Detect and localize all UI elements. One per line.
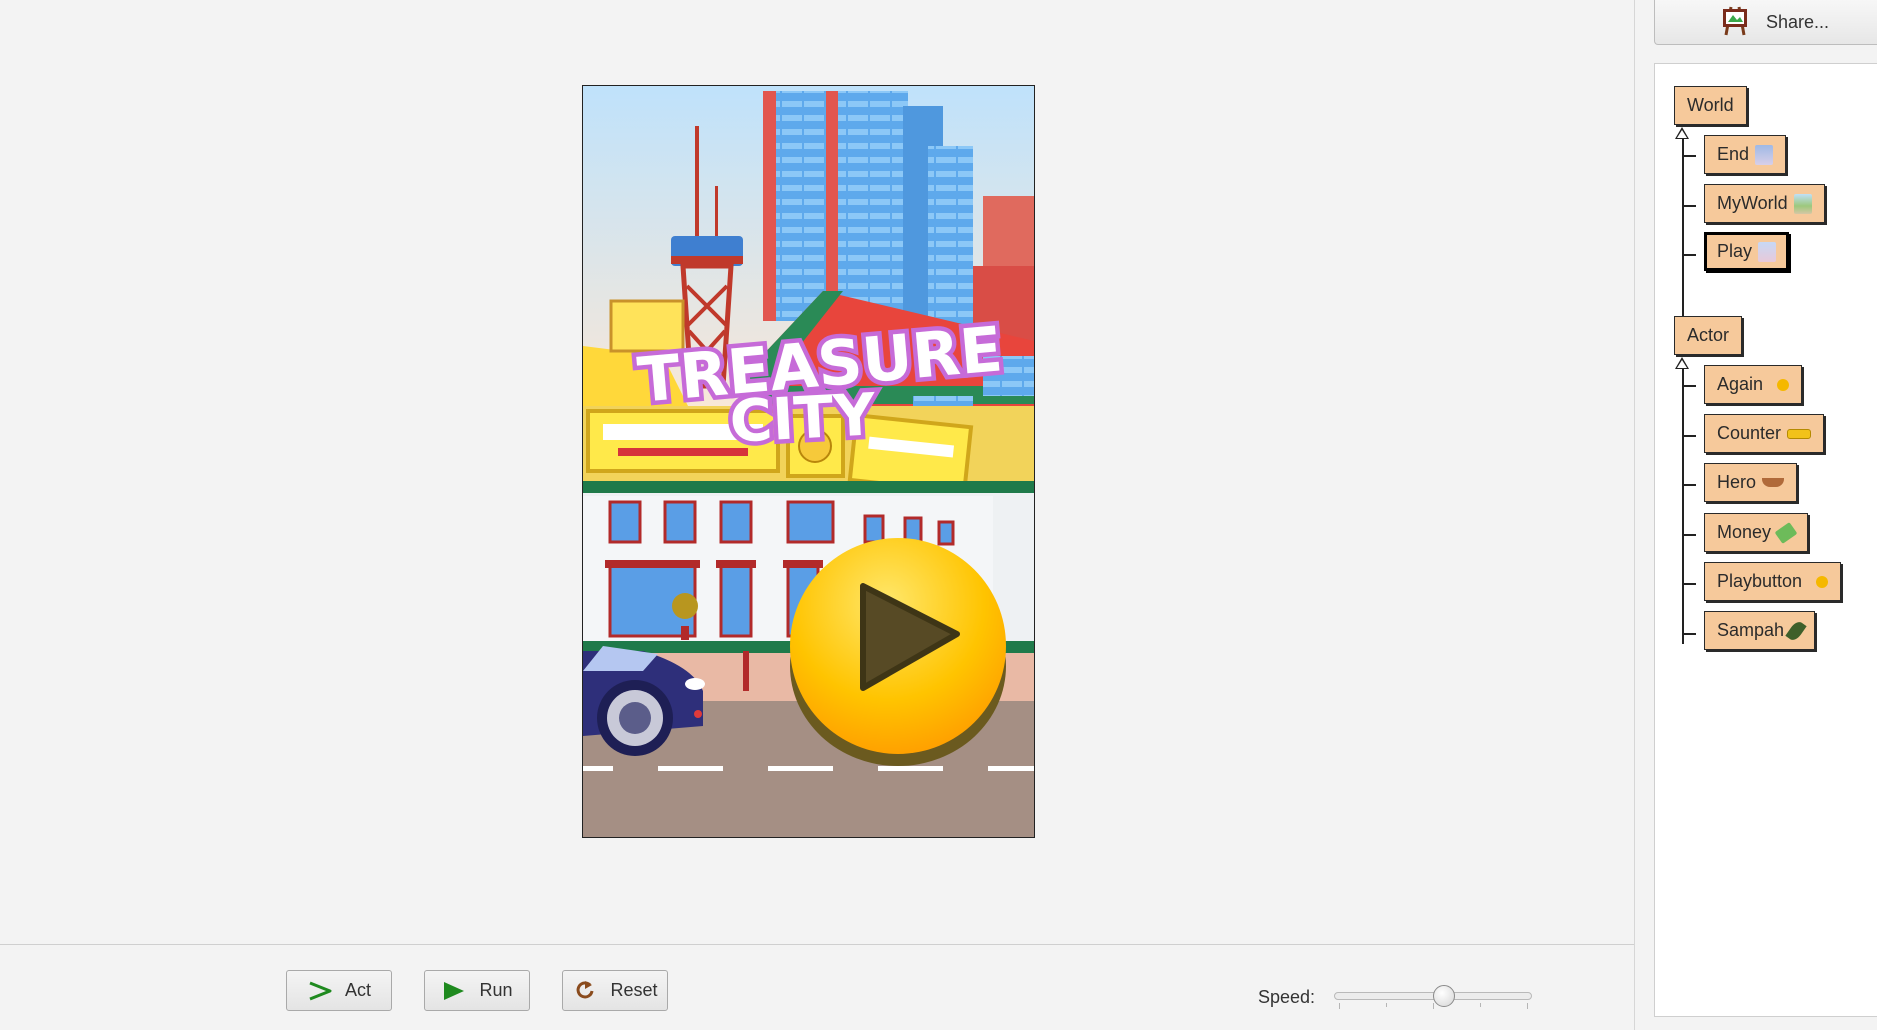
treasure-city-scene[interactable]: TREASURE CITY	[583, 86, 1034, 837]
class-world[interactable]: World	[1674, 86, 1747, 125]
counter-image-icon	[1787, 428, 1812, 439]
myworld-image-icon	[1793, 193, 1812, 214]
class-hero[interactable]: Hero	[1704, 463, 1798, 502]
class-again[interactable]: Again	[1704, 365, 1803, 404]
speed-tick	[1527, 1003, 1528, 1009]
tree-line	[1682, 254, 1696, 256]
inheritance-arrow	[1675, 357, 1689, 369]
class-label: Playbutton	[1717, 571, 1803, 591]
class-label: World	[1687, 95, 1734, 115]
class-play[interactable]: Play	[1704, 232, 1790, 271]
tree-line	[1682, 435, 1696, 437]
tree-line	[1682, 369, 1684, 644]
act-button[interactable]: Act	[286, 970, 392, 1011]
run-icon	[441, 980, 467, 1002]
again-image-icon	[1777, 378, 1790, 391]
share-label: Share...	[1766, 11, 1830, 32]
tree-line	[1682, 534, 1696, 536]
speed-label: Speed:	[1258, 987, 1316, 1007]
run-label: Run	[479, 980, 513, 1000]
run-button[interactable]: Run	[424, 970, 530, 1011]
class-label: Play	[1717, 241, 1753, 261]
class-label: Again	[1717, 374, 1764, 394]
class-diagram-panel: World End MyWorld Play Actor Again Count…	[1654, 63, 1877, 1017]
money-image-icon	[1774, 521, 1798, 544]
reset-button[interactable]: Reset	[562, 970, 668, 1011]
tree-line	[1682, 385, 1696, 387]
class-sampah[interactable]: Sampah	[1704, 611, 1816, 650]
class-label: Sampah	[1717, 620, 1785, 640]
class-myworld[interactable]: MyWorld	[1704, 184, 1825, 223]
hero-image-icon	[1762, 478, 1785, 487]
panel-divider[interactable]	[1634, 0, 1635, 1030]
tree-line	[1682, 583, 1696, 585]
tree-line	[1682, 205, 1696, 207]
act-icon	[307, 980, 333, 1002]
speed-tick	[1339, 1003, 1340, 1009]
playbutton-image-icon	[1816, 575, 1829, 588]
controls-divider	[0, 944, 1634, 945]
class-actor[interactable]: Actor	[1674, 316, 1743, 355]
class-money[interactable]: Money	[1704, 513, 1809, 552]
speed-slider-thumb[interactable]	[1432, 985, 1455, 1007]
class-label: Counter	[1717, 423, 1782, 443]
class-label: Money	[1717, 522, 1772, 542]
reset-label: Reset	[610, 980, 658, 1000]
tree-line	[1682, 155, 1696, 157]
tree-line	[1682, 633, 1696, 635]
reset-icon	[572, 980, 598, 1002]
tree-line	[1682, 484, 1696, 486]
game-world-canvas[interactable]: TREASURE CITY	[582, 85, 1035, 838]
speed-tick	[1480, 1003, 1481, 1007]
share-button[interactable]: Share...	[1654, 0, 1877, 45]
class-label: End	[1717, 144, 1750, 164]
speed-tick	[1433, 1003, 1434, 1009]
tree-line	[1682, 139, 1684, 319]
act-label: Act	[344, 980, 371, 1000]
class-label: MyWorld	[1717, 193, 1788, 213]
world-view-area: TREASURE CITY	[0, 0, 1634, 944]
sampah-image-icon	[1785, 618, 1807, 643]
class-label: Hero	[1717, 472, 1757, 492]
class-counter[interactable]: Counter	[1704, 414, 1825, 453]
play-image-icon	[1758, 241, 1777, 262]
class-playbutton[interactable]: Playbutton	[1704, 562, 1842, 601]
easel-icon	[1720, 3, 1750, 42]
speed-tick	[1386, 1003, 1387, 1007]
title-city-text: CITY	[728, 380, 878, 456]
end-image-icon	[1755, 144, 1774, 165]
class-end[interactable]: End	[1704, 135, 1787, 174]
class-label: Actor	[1687, 325, 1730, 345]
inheritance-arrow	[1675, 127, 1689, 139]
